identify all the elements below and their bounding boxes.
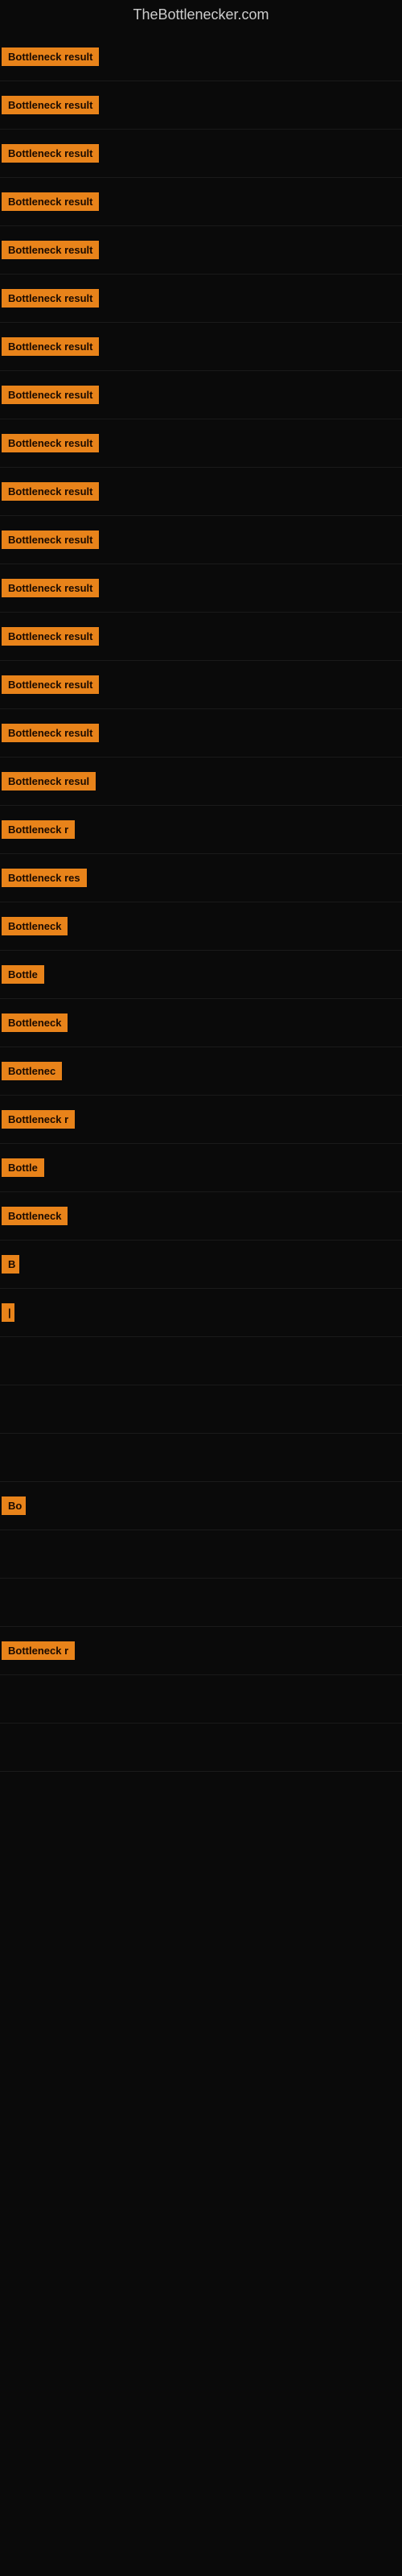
list-item <box>0 1579 402 1627</box>
bottleneck-result-label: Bottleneck result <box>2 96 99 114</box>
list-item <box>0 1385 402 1434</box>
bottleneck-result-label: Bottleneck res <box>2 869 87 887</box>
list-item: Bottleneck result <box>0 178 402 226</box>
list-item: Bottleneck result <box>0 323 402 371</box>
bottleneck-result-label: Bottleneck result <box>2 627 99 646</box>
bottleneck-result-label: Bottleneck result <box>2 482 99 501</box>
list-item: Bottleneck result <box>0 130 402 178</box>
list-item: Bottleneck r <box>0 806 402 854</box>
list-item: Bottleneck result <box>0 516 402 564</box>
bottleneck-result-label: Bottleneck result <box>2 241 99 259</box>
list-item: Bottleneck result <box>0 468 402 516</box>
bottleneck-result-label: Bottle <box>2 1158 44 1177</box>
list-item: Bottle <box>0 951 402 999</box>
list-item: Bottleneck result <box>0 419 402 468</box>
bottleneck-result-label: Bottleneck result <box>2 144 99 163</box>
list-item <box>0 1675 402 1724</box>
bottleneck-result-label: Bottleneck result <box>2 675 99 694</box>
list-item: Bottleneck <box>0 999 402 1047</box>
bottleneck-result-label: Bottleneck result <box>2 47 99 66</box>
items-container: Bottleneck result Bottleneck result Bottle… <box>0 33 402 1772</box>
bottleneck-result-label: Bottleneck resul <box>2 772 96 791</box>
list-item: Bottleneck result <box>0 661 402 709</box>
bottleneck-result-label: B <box>2 1255 19 1274</box>
list-item: Bottlenec <box>0 1047 402 1096</box>
bottleneck-result-label: Bottlenec <box>2 1062 62 1080</box>
list-item: Bottleneck result <box>0 226 402 275</box>
list-item: Bottleneck result <box>0 613 402 661</box>
list-item: Bottleneck r <box>0 1627 402 1675</box>
list-item: Bottleneck result <box>0 33 402 81</box>
bottleneck-result-label: Bottleneck result <box>2 386 99 404</box>
bottleneck-result-label: Bottleneck result <box>2 530 99 549</box>
list-item: Bottleneck result <box>0 371 402 419</box>
list-item: Bottleneck result <box>0 564 402 613</box>
list-item: Bottleneck res <box>0 854 402 902</box>
bottleneck-result-label: | <box>2 1303 14 1322</box>
list-item <box>0 1530 402 1579</box>
bottleneck-result-label: Bottleneck result <box>2 337 99 356</box>
bottleneck-result-label: Bottleneck r <box>2 1641 75 1660</box>
list-item <box>0 1434 402 1482</box>
list-item <box>0 1724 402 1772</box>
list-item: Bottle <box>0 1144 402 1192</box>
bottleneck-result-label: Bottle <box>2 965 44 984</box>
bottleneck-result-label: Bottleneck <box>2 1207 68 1225</box>
list-item: B <box>0 1241 402 1289</box>
list-item: Bottleneck result <box>0 81 402 130</box>
list-item: Bottleneck result <box>0 709 402 758</box>
bottleneck-result-label: Bottleneck result <box>2 724 99 742</box>
bottleneck-result-label: Bottleneck r <box>2 1110 75 1129</box>
list-item: Bottleneck r <box>0 1096 402 1144</box>
bottleneck-result-label: Bo <box>2 1496 26 1515</box>
site-title: TheBottlenecker.com <box>0 0 402 33</box>
list-item <box>0 1337 402 1385</box>
bottleneck-result-label: Bottleneck <box>2 917 68 935</box>
bottleneck-result-label: Bottleneck r <box>2 820 75 839</box>
list-item: Bottleneck result <box>0 275 402 323</box>
bottleneck-result-label: Bottleneck result <box>2 579 99 597</box>
bottleneck-result-label: Bottleneck result <box>2 192 99 211</box>
site-title-container: TheBottlenecker.com <box>0 0 402 33</box>
bottleneck-result-label: Bottleneck result <box>2 434 99 452</box>
list-item: Bottleneck <box>0 902 402 951</box>
list-item: Bottleneck <box>0 1192 402 1241</box>
list-item: | <box>0 1289 402 1337</box>
list-item: Bottleneck resul <box>0 758 402 806</box>
list-item: Bo <box>0 1482 402 1530</box>
bottleneck-result-label: Bottleneck <box>2 1013 68 1032</box>
bottleneck-result-label: Bottleneck result <box>2 289 99 308</box>
